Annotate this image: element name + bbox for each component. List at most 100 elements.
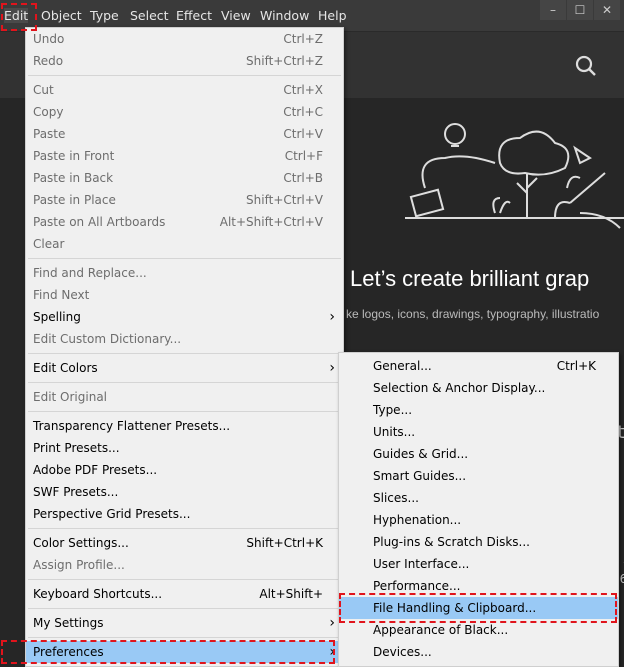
chevron-right-icon: ›: [329, 360, 335, 376]
menu-item-label: Find and Replace...: [33, 266, 147, 280]
maximize-button[interactable]: ☐: [567, 0, 593, 20]
menu-item-label: Guides & Grid...: [373, 447, 469, 461]
menu-item-label: Edit Custom Dictionary...: [33, 332, 182, 346]
menu-item-find-and-replace[interactable]: Find and Replace...: [26, 262, 343, 284]
menu-type[interactable]: Type: [90, 8, 119, 23]
menu-separator: [28, 411, 341, 412]
close-button[interactable]: ✕: [594, 0, 620, 20]
menu-effect[interactable]: Effect: [176, 8, 212, 23]
menu-item-label: User Interface...: [373, 557, 470, 571]
menu-item-keyboard-shortcuts[interactable]: Keyboard Shortcuts... Alt+Shift+: [26, 583, 343, 605]
menu-item-assign-profile[interactable]: Assign Profile...: [26, 554, 343, 576]
menu-item-redo[interactable]: Redo Shift+Ctrl+Z: [26, 50, 343, 72]
menu-item-slices[interactable]: Slices...: [339, 487, 618, 509]
menu-item-plug-ins-scratch-disks[interactable]: Plug-ins & Scratch Disks...: [339, 531, 618, 553]
menu-item-transparency-flattener-presets[interactable]: Transparency Flattener Presets...: [26, 415, 343, 437]
menu-item-label: Type...: [373, 403, 413, 417]
menu-item-guides-grid[interactable]: Guides & Grid...: [339, 443, 618, 465]
menu-item-color-settings[interactable]: Color Settings... Shift+Ctrl+K: [26, 532, 343, 554]
menu-item-edit-original[interactable]: Edit Original: [26, 386, 343, 408]
menu-window[interactable]: Window: [260, 8, 309, 23]
menu-item-paste[interactable]: Paste Ctrl+V: [26, 123, 343, 145]
menu-item-selection-anchor-display[interactable]: Selection & Anchor Display...: [339, 377, 618, 399]
menu-item-label: Devices...: [373, 645, 432, 659]
menu-item-paste-on-all-artboards[interactable]: Paste on All Artboards Alt+Shift+Ctrl+V: [26, 211, 343, 233]
menu-item-edit-custom-dictionary[interactable]: Edit Custom Dictionary...: [26, 328, 343, 350]
menu-item-preferences[interactable]: Preferences ›: [26, 641, 343, 663]
menu-item-print-presets[interactable]: Print Presets...: [26, 437, 343, 459]
menu-item-perspective-grid-presets[interactable]: Perspective Grid Presets...: [26, 503, 343, 525]
shortcut-label: Ctrl+F: [284, 149, 323, 163]
shortcut-label: Ctrl+Z: [283, 32, 323, 46]
menu-item-paste-in-back[interactable]: Paste in Back Ctrl+B: [26, 167, 343, 189]
menu-item-cut[interactable]: Cut Ctrl+X: [26, 79, 343, 101]
menu-item-devices[interactable]: Devices...: [339, 641, 618, 663]
menu-item-label: Print Presets...: [33, 441, 120, 455]
menu-item-paste-in-place[interactable]: Paste in Place Shift+Ctrl+V: [26, 189, 343, 211]
menu-item-label: Smart Guides...: [373, 469, 467, 483]
shortcut-label: Shift+Ctrl+V: [246, 193, 323, 207]
menu-item-hyphenation[interactable]: Hyphenation...: [339, 509, 618, 531]
menu-view[interactable]: View: [221, 8, 251, 23]
menu-item-general[interactable]: General... Ctrl+K: [339, 355, 618, 377]
menu-item-label: Paste in Front: [33, 149, 115, 163]
preferences-submenu: General... Ctrl+K Selection & Anchor Displ…: [338, 352, 619, 667]
menu-item-label: Paste in Back: [33, 171, 114, 185]
menu-select[interactable]: Select: [130, 8, 169, 23]
shortcut-label: Ctrl+K: [556, 359, 596, 373]
menu-item-performance[interactable]: Performance...: [339, 575, 618, 597]
menu-separator: [28, 258, 341, 259]
menu-item-type[interactable]: Type...: [339, 399, 618, 421]
menu-item-file-handling-clipboard[interactable]: File Handling & Clipboard...: [339, 597, 618, 619]
menu-item-my-settings[interactable]: My Settings ›: [26, 612, 343, 634]
menu-item-label: Edit Colors: [33, 361, 98, 375]
shortcut-label: Ctrl+B: [283, 171, 323, 185]
menu-item-label: Keyboard Shortcuts...: [33, 587, 163, 601]
shortcut-label: Ctrl+C: [283, 105, 323, 119]
menu-item-label: Hyphenation...: [373, 513, 462, 527]
menu-separator: [28, 528, 341, 529]
menu-item-appearance-of-black[interactable]: Appearance of Black...: [339, 619, 618, 641]
search-icon[interactable]: [574, 54, 600, 80]
menu-separator: [28, 608, 341, 609]
menu-item-label: Plug-ins & Scratch Disks...: [373, 535, 530, 549]
menu-item-label: Appearance of Black...: [373, 623, 509, 637]
menu-item-label: Preferences: [33, 645, 104, 659]
menu-help[interactable]: Help: [318, 8, 347, 23]
menu-item-label: Color Settings...: [33, 536, 129, 550]
menu-item-smart-guides[interactable]: Smart Guides...: [339, 465, 618, 487]
minimize-button[interactable]: –: [540, 0, 566, 20]
menu-item-label: Cut: [33, 83, 54, 97]
menu-item-undo[interactable]: Undo Ctrl+Z: [26, 28, 343, 50]
menu-item-copy[interactable]: Copy Ctrl+C: [26, 101, 343, 123]
menu-item-label: Paste on All Artboards: [33, 215, 166, 229]
menu-item-label: Adobe PDF Presets...: [33, 463, 158, 477]
menu-object[interactable]: Object: [41, 8, 82, 23]
menu-item-units[interactable]: Units...: [339, 421, 618, 443]
shortcut-label: Ctrl+X: [283, 83, 323, 97]
shortcut-label: Alt+Shift+Ctrl+V: [219, 215, 323, 229]
menu-item-label: Paste: [33, 127, 66, 141]
menu-edit[interactable]: Edit: [4, 8, 29, 23]
menu-separator: [28, 637, 341, 638]
shortcut-label: Shift+Ctrl+Z: [246, 54, 323, 68]
menu-item-spelling[interactable]: Spelling ›: [26, 306, 343, 328]
menu-item-swf-presets[interactable]: SWF Presets...: [26, 481, 343, 503]
menu-item-user-interface[interactable]: User Interface...: [339, 553, 618, 575]
menu-item-clear[interactable]: Clear: [26, 233, 343, 255]
menu-item-label: Undo: [33, 32, 65, 46]
menu-item-label: Assign Profile...: [33, 558, 125, 572]
menu-item-label: Paste in Place: [33, 193, 116, 207]
illustration-icon: [405, 123, 624, 229]
menu-item-paste-in-front[interactable]: Paste in Front Ctrl+F: [26, 145, 343, 167]
menu-item-label: File Handling & Clipboard...: [373, 601, 537, 615]
shortcut-label: Ctrl+V: [283, 127, 323, 141]
menu-item-label: Slices...: [373, 491, 419, 505]
menu-item-label: Clear: [33, 237, 65, 251]
menu-item-find-next[interactable]: Find Next: [26, 284, 343, 306]
menu-item-label: Selection & Anchor Display...: [373, 381, 546, 395]
menu-item-edit-colors[interactable]: Edit Colors ›: [26, 357, 343, 379]
menu-item-adobe-pdf-presets[interactable]: Adobe PDF Presets...: [26, 459, 343, 481]
headline: Let’s create brilliant grap: [350, 266, 590, 291]
menu-item-label: Copy: [33, 105, 64, 119]
